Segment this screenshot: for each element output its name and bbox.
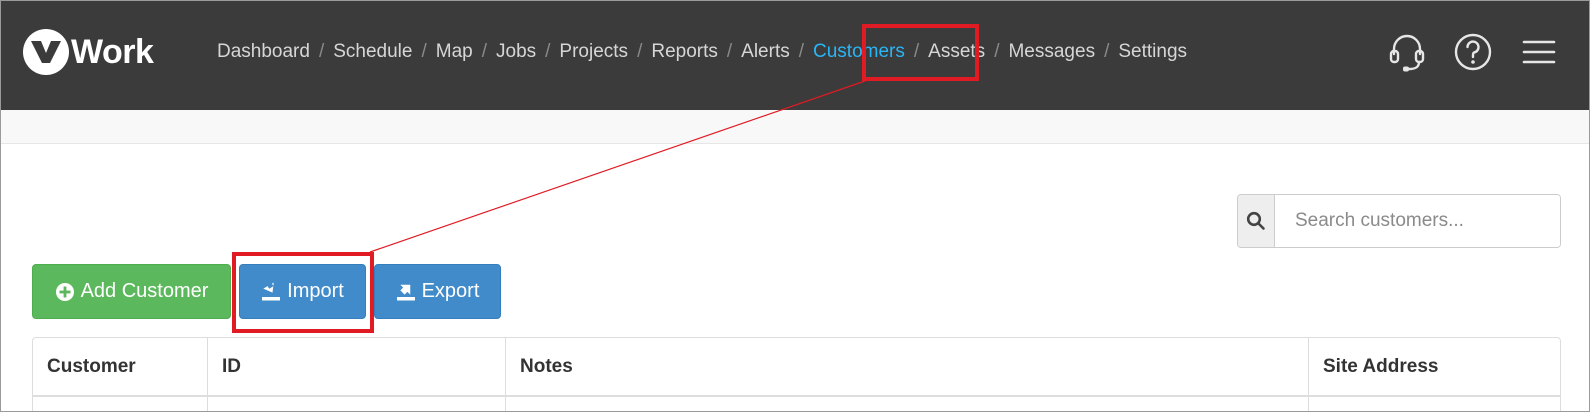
- nav-item-map[interactable]: Map: [436, 41, 473, 63]
- customers-table: Customer ID Notes Site Address: [32, 337, 1561, 411]
- column-header-site-address[interactable]: Site Address: [1309, 338, 1560, 395]
- export-icon: [396, 282, 416, 302]
- import-label: Import: [287, 280, 344, 302]
- logo-v-icon: [31, 41, 61, 63]
- top-navbar: Work Dashboard / Schedule / Map / Jobs / Project…: [1, 1, 1589, 110]
- nav-item-settings[interactable]: Settings: [1118, 41, 1187, 63]
- nav-separator: /: [798, 41, 805, 62]
- import-button[interactable]: Import: [239, 264, 366, 319]
- plus-circle-icon: [55, 282, 75, 302]
- column-header-notes[interactable]: Notes: [506, 338, 1309, 395]
- search-input[interactable]: [1275, 195, 1560, 247]
- nav-item-alerts[interactable]: Alerts: [741, 41, 790, 63]
- table-header: Customer ID Notes Site Address: [33, 338, 1560, 397]
- nav-item-jobs[interactable]: Jobs: [496, 41, 536, 63]
- logo-mark: [23, 29, 69, 75]
- nav-item-customers[interactable]: Customers: [813, 41, 905, 63]
- nav-separator: /: [545, 41, 551, 62]
- table-cell: [1309, 397, 1560, 411]
- nav-separator: /: [318, 41, 325, 62]
- nav-separator: /: [481, 41, 487, 62]
- nav-item-reports[interactable]: Reports: [651, 41, 718, 63]
- add-customer-button[interactable]: Add Customer: [32, 264, 231, 319]
- customer-search: [1237, 194, 1561, 248]
- app-window: Work Dashboard / Schedule / Map / Jobs / Project…: [0, 0, 1590, 412]
- add-customer-label: Add Customer: [80, 280, 209, 302]
- nav-separator: /: [637, 41, 643, 62]
- nav-separator: /: [994, 41, 1000, 62]
- vwork-logo[interactable]: Work: [23, 29, 154, 75]
- nav-separator: /: [913, 41, 920, 62]
- top-right-icons: [1361, 31, 1559, 73]
- nav-item-messages[interactable]: Messages: [1008, 41, 1095, 63]
- logo-word: Work: [71, 32, 154, 71]
- nav-item-dashboard[interactable]: Dashboard: [217, 41, 310, 63]
- sub-header-bar: [1, 110, 1589, 144]
- nav-item-projects[interactable]: Projects: [559, 41, 628, 63]
- nav-item-assets[interactable]: Assets: [928, 41, 985, 63]
- nav-separator: /: [1104, 41, 1110, 62]
- menu-icon[interactable]: [1519, 31, 1559, 73]
- table-cell: [33, 397, 208, 411]
- column-header-id[interactable]: ID: [208, 338, 506, 395]
- nav-separator: /: [421, 41, 427, 62]
- headset-icon[interactable]: [1387, 31, 1427, 73]
- import-icon: [261, 282, 281, 302]
- table-cell: [506, 397, 1309, 411]
- export-button[interactable]: Export: [374, 264, 501, 319]
- main-nav: Dashboard / Schedule / Map / Jobs / Projects / Rep…: [217, 38, 1187, 66]
- nav-item-schedule[interactable]: Schedule: [333, 41, 412, 63]
- help-icon[interactable]: [1453, 31, 1493, 73]
- search-icon[interactable]: [1238, 195, 1275, 247]
- table-row: [33, 397, 1560, 411]
- export-label: Export: [421, 280, 480, 302]
- column-header-customer[interactable]: Customer: [33, 338, 208, 395]
- nav-separator: /: [726, 41, 733, 62]
- table-cell: [208, 397, 506, 411]
